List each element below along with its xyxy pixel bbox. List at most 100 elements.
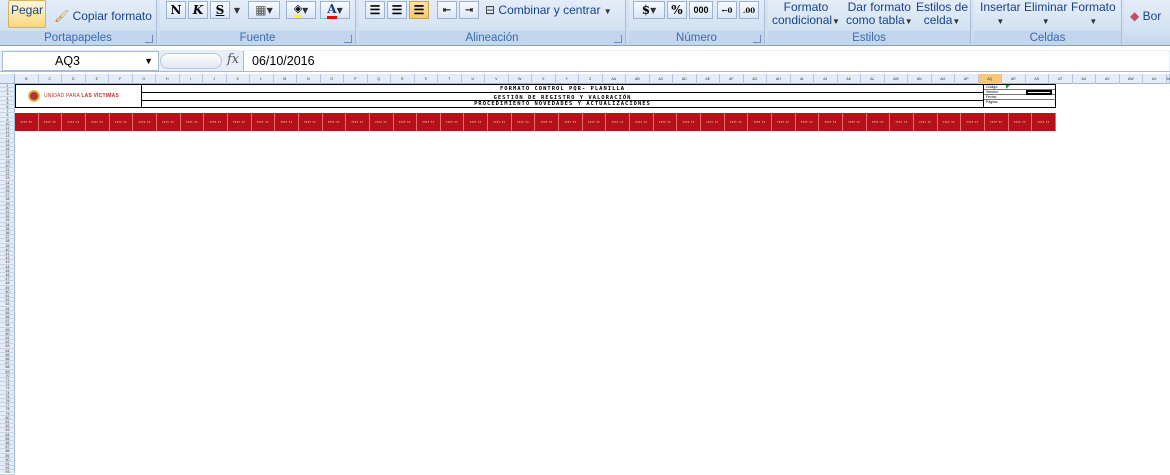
dialog-launcher-icon[interactable] <box>614 35 622 43</box>
column-header[interactable]: L <box>250 74 274 84</box>
table-header-cell[interactable]: ▪▪▪▪ ▪▪ <box>39 113 63 131</box>
table-header-cell[interactable]: ▪▪▪▪ ▪▪ <box>299 113 323 131</box>
formula-input[interactable]: 06/10/2016 <box>243 51 1169 71</box>
table-header-cell[interactable]: ▪▪▪▪ ▪▪ <box>819 113 843 131</box>
name-box[interactable]: AQ3 ▼ <box>2 51 159 71</box>
column-header[interactable]: AS <box>1026 74 1050 84</box>
align-left-button[interactable]: ☰ <box>365 1 385 19</box>
clear-button[interactable]: ◆ Bor <box>1130 10 1161 23</box>
decrease-indent-button[interactable]: ⇤ <box>437 1 457 19</box>
table-header-cell[interactable]: ▪▪▪▪ ▪▪ <box>1032 113 1056 131</box>
column-header[interactable]: S <box>415 74 439 84</box>
table-header-cell[interactable]: ▪▪▪▪ ▪▪ <box>535 113 559 131</box>
column-header[interactable]: AU <box>1073 74 1097 84</box>
column-header[interactable]: D <box>62 74 86 84</box>
column-header[interactable]: AY <box>1167 74 1170 84</box>
table-header-cell[interactable]: ▪▪▪▪ ▪▪ <box>748 113 772 131</box>
column-header[interactable]: R <box>391 74 415 84</box>
column-header[interactable]: Q <box>368 74 392 84</box>
thousands-button[interactable]: 000 <box>689 1 713 19</box>
table-header-cell[interactable]: ▪▪▪▪ ▪▪ <box>701 113 725 131</box>
table-header-cell[interactable]: ▪▪▪▪ ▪▪ <box>867 113 891 131</box>
column-header[interactable]: X <box>532 74 556 84</box>
decrease-decimal-button[interactable]: .00 <box>739 1 759 19</box>
table-header-cell[interactable]: ▪▪▪▪ ▪▪ <box>157 113 181 131</box>
column-header[interactable]: AN <box>908 74 932 84</box>
column-header[interactable]: J <box>203 74 227 84</box>
dialog-launcher-icon[interactable] <box>753 35 761 43</box>
table-header-cell[interactable]: ▪▪▪▪ ▪▪ <box>961 113 985 131</box>
insert-function-icon[interactable]: fx <box>227 52 239 67</box>
table-header-cell[interactable]: ▪▪▪▪ ▪▪ <box>394 113 418 131</box>
borders-button[interactable]: ▦▼ <box>248 1 280 19</box>
row-header[interactable]: 93 <box>0 470 15 474</box>
table-header-cell[interactable]: ▪▪▪▪ ▪▪ <box>606 113 630 131</box>
column-header[interactable]: K <box>227 74 251 84</box>
column-header[interactable]: AI <box>791 74 815 84</box>
italic-button[interactable]: K <box>188 1 208 19</box>
column-header[interactable]: AB <box>626 74 650 84</box>
table-header-cell[interactable]: ▪▪▪▪ ▪▪ <box>796 113 820 131</box>
column-header[interactable]: O <box>321 74 345 84</box>
column-header[interactable]: AM <box>885 74 909 84</box>
chevron-down-icon[interactable]: ▼ <box>144 52 153 70</box>
column-header[interactable]: P <box>344 74 368 84</box>
underline-button[interactable]: S <box>210 1 230 19</box>
table-header-cell[interactable]: ▪▪▪▪ ▪▪ <box>417 113 441 131</box>
table-header-cell[interactable]: ▪▪▪▪ ▪▪ <box>346 113 370 131</box>
worksheet[interactable]: BCDEFGHIJKLMNOPQRSTUVWXYZAAABACADAEAFAGA… <box>0 74 1170 473</box>
column-header[interactable]: AE <box>697 74 721 84</box>
column-header[interactable]: AF <box>720 74 744 84</box>
table-header-cell[interactable]: ▪▪▪▪ ▪▪ <box>275 113 299 131</box>
format-button[interactable]: Formato ▼ <box>1071 1 1116 28</box>
insert-button[interactable]: Insertar ▼ <box>980 1 1021 28</box>
column-header[interactable]: Z <box>579 74 603 84</box>
table-header-cell[interactable]: ▪▪▪▪ ▪▪ <box>62 113 86 131</box>
column-header[interactable]: I <box>180 74 204 84</box>
column-header[interactable]: AH <box>767 74 791 84</box>
cell-styles-button[interactable]: Estilos de celda▼ <box>916 1 968 28</box>
column-header[interactable]: AO <box>932 74 956 84</box>
table-header-cell[interactable]: ▪▪▪▪ ▪▪ <box>843 113 867 131</box>
column-header[interactable]: C <box>39 74 63 84</box>
table-header-cell[interactable]: ▪▪▪▪ ▪▪ <box>441 113 465 131</box>
underline-dropdown[interactable]: ▼ <box>232 1 242 19</box>
table-header-cell[interactable]: ▪▪▪▪ ▪▪ <box>204 113 228 131</box>
delete-button[interactable]: Eliminar ▼ <box>1024 1 1067 28</box>
table-header-cell[interactable]: ▪▪▪▪ ▪▪ <box>488 113 512 131</box>
column-header[interactable]: N <box>297 74 321 84</box>
font-color-button[interactable]: A▼ <box>320 1 350 19</box>
column-header[interactable]: AR <box>1002 74 1026 84</box>
active-cell-selection[interactable] <box>1026 90 1052 95</box>
column-header[interactable]: AX <box>1143 74 1167 84</box>
select-all-corner[interactable] <box>0 74 15 84</box>
column-header[interactable]: AK <box>838 74 862 84</box>
column-header[interactable]: B <box>15 74 39 84</box>
table-header-cell[interactable]: ▪▪▪▪ ▪▪ <box>630 113 654 131</box>
column-header[interactable]: AL <box>861 74 885 84</box>
table-header-cell[interactable]: ▪▪▪▪ ▪▪ <box>938 113 962 131</box>
table-header-cell[interactable]: ▪▪▪▪ ▪▪ <box>559 113 583 131</box>
table-header-cell[interactable]: ▪▪▪▪ ▪▪ <box>512 113 536 131</box>
table-header-cell[interactable]: ▪▪▪▪ ▪▪ <box>181 113 205 131</box>
align-center-button[interactable]: ☰ <box>387 1 407 19</box>
row-headers[interactable]: 1234567891011121314151617181920212223242… <box>0 84 15 473</box>
column-header[interactable]: AG <box>744 74 768 84</box>
column-header[interactable]: AA <box>603 74 627 84</box>
table-header-cell[interactable]: ▪▪▪▪ ▪▪ <box>464 113 488 131</box>
table-header-cell[interactable]: ▪▪▪▪ ▪▪ <box>323 113 347 131</box>
column-header[interactable]: G <box>133 74 157 84</box>
column-header[interactable]: F <box>109 74 133 84</box>
table-header-cell[interactable]: ▪▪▪▪ ▪▪ <box>133 113 157 131</box>
table-header-cell[interactable]: ▪▪▪▪ ▪▪ <box>228 113 252 131</box>
table-header-cell[interactable]: ▪▪▪▪ ▪▪ <box>914 113 938 131</box>
column-header[interactable]: AQ <box>979 74 1003 84</box>
column-header[interactable]: V <box>485 74 509 84</box>
table-header-cell[interactable]: ▪▪▪▪ ▪▪ <box>890 113 914 131</box>
formula-bar-resize-handle[interactable] <box>160 53 222 69</box>
copy-format-button[interactable]: 🖌 Copiar formato <box>54 10 152 23</box>
table-header-cell[interactable]: ▪▪▪▪ ▪▪ <box>985 113 1009 131</box>
column-header[interactable]: Y <box>556 74 580 84</box>
table-header-cell[interactable]: ▪▪▪▪ ▪▪ <box>772 113 796 131</box>
dialog-launcher-icon[interactable] <box>344 35 352 43</box>
